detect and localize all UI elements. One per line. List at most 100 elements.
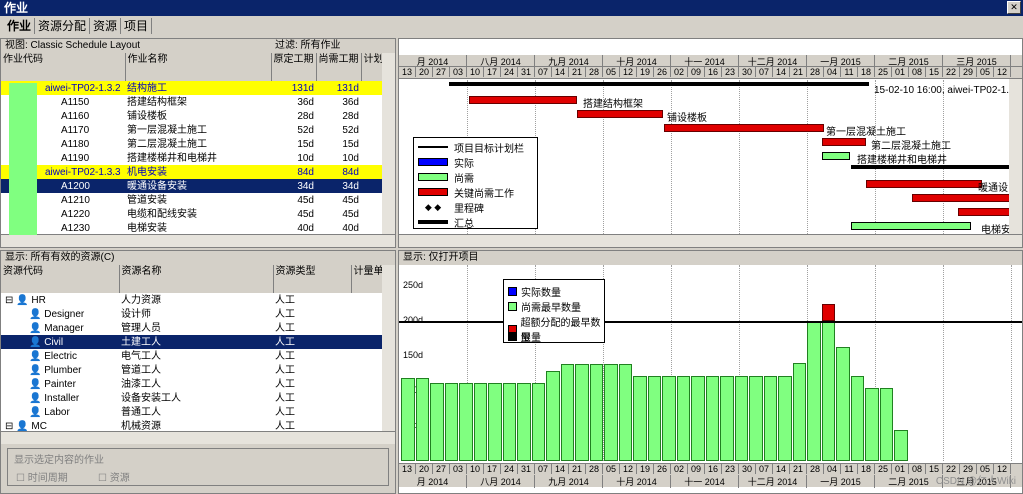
week-label: 07: [756, 67, 773, 77]
histogram-bar: [705, 375, 719, 461]
week-label: 18: [858, 67, 875, 77]
resource-row[interactable]: 👤 Electric 电气工人 人工: [1, 349, 383, 363]
table-row[interactable]: A1220 电缆和配线安装 45d 45d: [1, 207, 383, 221]
table-row[interactable]: A1200 暖通设备安装 34d 34d: [1, 179, 383, 193]
person-icon: 👤: [29, 392, 45, 404]
legend-item: ◆ ◆ 里程碑: [418, 201, 484, 215]
month-label: 九月 2014: [535, 475, 603, 488]
histogram-header[interactable]: 显示: 仅打开项目: [399, 251, 1022, 265]
week-label: 16: [705, 67, 722, 77]
person-icon: 👤: [29, 336, 45, 348]
resource-row[interactable]: ⊟ 👤 HR 人力资源 人工: [1, 293, 383, 307]
table-row[interactable]: aiwei-TP02-1.3.3 机电安装 84d 84d: [1, 165, 383, 179]
view-label[interactable]: 视图: Classic Schedule Layout: [5, 39, 275, 53]
week-label: 23: [722, 464, 739, 474]
resource-header[interactable]: 显示: 所有有效的资源(C): [1, 251, 395, 265]
gantt-h-scrollbar[interactable]: [399, 234, 1022, 247]
week-label: 13: [399, 464, 416, 474]
table-row[interactable]: A1210 管道安装 45d 45d: [1, 193, 383, 207]
resource-row[interactable]: 👤 Installer 设备安装工人 人工: [1, 391, 383, 405]
filter-label[interactable]: 过滤: 所有作业: [275, 39, 341, 53]
activity-bar[interactable]: [851, 222, 971, 230]
tab-0[interactable]: 作业: [4, 18, 36, 34]
person-icon: 👤: [29, 364, 45, 376]
activity-bar[interactable]: [822, 138, 866, 146]
summary-bar[interactable]: [449, 82, 869, 86]
activity-table: 作业代码作业名称原定工期尚需工期计划百aiwei-TP02-1.3.2结构施工1…: [1, 53, 384, 235]
expand-icon[interactable]: ⊟: [5, 421, 16, 432]
column-header[interactable]: 资源名称: [119, 265, 274, 293]
resource-table: 资源代码 资源名称 资源类型 计量单 ⊟ 👤 HR 人力资源 人工 👤 Designer 设计师…: [1, 265, 384, 433]
week-label: 08: [909, 67, 926, 77]
resource-row[interactable]: 👤 Civil 土建工人 人工: [1, 335, 383, 349]
week-label: 09: [688, 67, 705, 77]
activity-bar[interactable]: [577, 110, 663, 118]
histogram-bar: [662, 375, 676, 461]
horizontal-scrollbar[interactable]: [1, 234, 395, 247]
week-label: 20: [416, 67, 433, 77]
legend-item: 限量: [508, 329, 541, 344]
close-icon[interactable]: ✕: [1007, 1, 1021, 14]
expand-icon[interactable]: ⊟: [5, 295, 16, 306]
bar-label: 第二层混凝土施工: [871, 141, 951, 152]
resource-row[interactable]: 👤 Labor 普通工人 人工: [1, 405, 383, 419]
column-header[interactable]: 作业名称: [125, 53, 272, 81]
histogram-bar: [807, 321, 821, 461]
week-label: 03: [450, 67, 467, 77]
week-label: 17: [484, 464, 501, 474]
resource-row[interactable]: 👤 Painter 油漆工人 人工: [1, 377, 383, 391]
time-period-checkbox[interactable]: ☐ 时间周期: [16, 469, 68, 484]
histogram-bar: [836, 346, 850, 461]
table-row[interactable]: A1230 电梯安装 40d 40d: [1, 221, 383, 235]
column-header[interactable]: 作业代码: [1, 53, 126, 81]
resource-row[interactable]: 👤 Manager 管理人员 人工: [1, 321, 383, 335]
column-header[interactable]: 计划百: [361, 53, 384, 81]
column-header[interactable]: 资源代码: [1, 265, 120, 293]
group-label: 显示选定内容的作业: [14, 455, 104, 466]
column-header[interactable]: 尚需工期: [316, 53, 362, 81]
table-row[interactable]: A1190 搭建楼梯井和电梯井 10d 10d: [1, 151, 383, 165]
histogram-bar: [618, 364, 632, 461]
tab-3[interactable]: 项目: [121, 18, 153, 34]
resource-row[interactable]: 👤 Designer 设计师 人工: [1, 307, 383, 321]
table-row[interactable]: A1160 铺设楼板 28d 28d: [1, 109, 383, 123]
resource-checkbox[interactable]: ☐ 资源: [98, 469, 130, 484]
vertical-scrollbar[interactable]: [382, 53, 395, 234]
legend-item: 尚需: [418, 171, 474, 185]
week-label: 23: [722, 67, 739, 77]
column-header[interactable]: 原定工期: [271, 53, 317, 81]
table-row[interactable]: A1170 第一层混凝土施工 52d 52d: [1, 123, 383, 137]
legend-item: 尚需最早数量: [508, 299, 581, 314]
table-row[interactable]: A1150 搭建结构框架 36d 36d: [1, 95, 383, 109]
table-row[interactable]: A1180 第二层混凝土施工 15d 15d: [1, 137, 383, 151]
week-label: 19: [637, 464, 654, 474]
column-header[interactable]: 资源类型: [273, 265, 352, 293]
activity-bar[interactable]: [866, 180, 982, 188]
week-label: 25: [875, 67, 892, 77]
person-icon: 👤: [16, 294, 32, 306]
grid-line: [739, 80, 740, 234]
tab-2[interactable]: 资源: [90, 18, 122, 34]
activity-bar[interactable]: [469, 96, 577, 104]
activity-bar[interactable]: [664, 124, 824, 132]
resource-row[interactable]: 👤 Plumber 管道工人 人工: [1, 363, 383, 377]
resource-h-scrollbar[interactable]: [1, 431, 395, 444]
resource-v-scrollbar[interactable]: [382, 265, 395, 431]
week-label: 10: [467, 464, 484, 474]
histogram-bar: [879, 387, 893, 461]
activity-bar[interactable]: [822, 152, 850, 160]
annotation: 15-02-10 16:00, aiwei-TP02-1.3.2 结: [874, 85, 1023, 96]
week-label: 20: [416, 464, 433, 474]
table-row[interactable]: aiwei-TP02-1.3.2 结构施工 131d 131d: [1, 81, 383, 95]
activity-bar[interactable]: [912, 194, 1012, 202]
display-options-group: 显示选定内容的作业 ☐ 时间周期 ☐ 资源: [7, 448, 389, 486]
gantt-legend: 项目目标计划栏 实际 尚需 关键尚需工作 ◆ ◆ 里程碑 汇总: [413, 137, 538, 230]
histogram-bar: [546, 371, 560, 461]
week-label: 02: [671, 464, 688, 474]
gantt-v-scrollbar[interactable]: [1009, 79, 1022, 234]
column-header[interactable]: 计量单: [351, 265, 384, 293]
tab-1[interactable]: 资源分配: [35, 18, 91, 34]
histogram-bar: [531, 382, 545, 461]
histogram-bar: [517, 382, 531, 461]
person-icon: 👤: [29, 308, 45, 320]
